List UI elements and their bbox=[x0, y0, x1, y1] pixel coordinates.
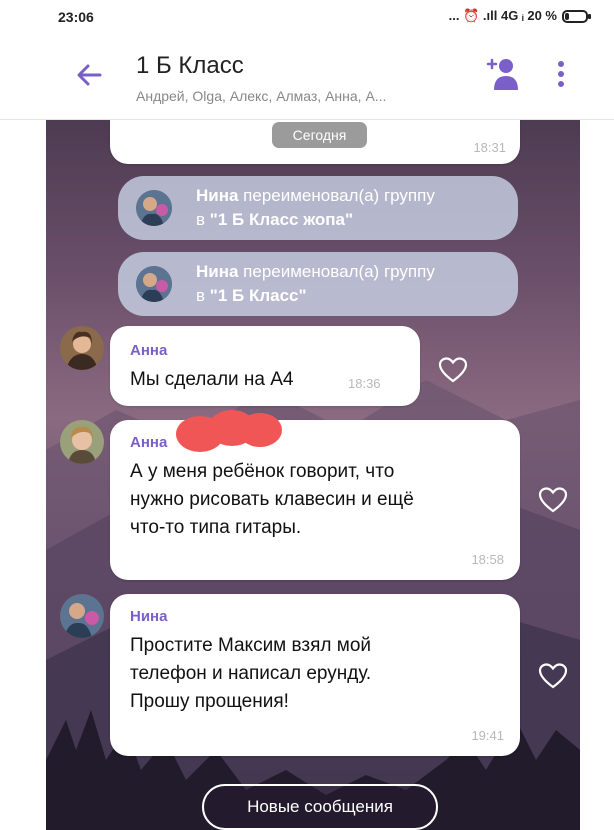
add-member-icon[interactable] bbox=[484, 54, 524, 94]
date-separator: Сегодня bbox=[272, 122, 367, 148]
system-prefix: в bbox=[196, 210, 210, 229]
message-sender[interactable]: Анна bbox=[130, 434, 167, 451]
message-time: 18:31 bbox=[473, 140, 506, 155]
status-indicators: ... ⏰ .ıll 4G ᵢ 20 % bbox=[448, 8, 557, 23]
message-time: 19:41 bbox=[471, 728, 504, 743]
chat-area[interactable]: 18:31 Сегодня Нина переименовал(а) групп… bbox=[46, 120, 580, 830]
message-time: 18:58 bbox=[471, 552, 504, 567]
message-text: телефон и написал ерунду. bbox=[130, 663, 372, 684]
system-action: переименовал(а) группу bbox=[238, 186, 435, 205]
new-messages-button[interactable]: Новые сообщения bbox=[202, 784, 438, 830]
system-line-1: Нина переименовал(а) группу bbox=[196, 186, 435, 206]
battery-icon bbox=[562, 9, 591, 23]
message-text: что-то типа гитары. bbox=[130, 517, 302, 538]
system-prefix: в bbox=[196, 286, 210, 305]
system-message: Нина переименовал(а) группу в "1 Б Класс… bbox=[118, 176, 518, 240]
system-actor: Нина bbox=[196, 186, 239, 205]
system-group-name: "1 Б Класс" bbox=[209, 286, 307, 305]
message-bubble[interactable]: Анна А у меня ребёнок говорит, что нужно… bbox=[110, 420, 520, 580]
system-line-1: Нина переименовал(а) группу bbox=[196, 262, 435, 282]
system-line-2: в "1 Б Класс" bbox=[196, 286, 307, 306]
status-icons: ... ⏰ .ıll 4G ᵢ 20 % bbox=[448, 8, 591, 24]
nina-avatar[interactable] bbox=[136, 266, 172, 302]
redaction-mark bbox=[176, 410, 282, 452]
like-heart-icon[interactable] bbox=[538, 486, 568, 514]
more-options-icon[interactable] bbox=[546, 56, 576, 92]
chat-members[interactable]: Андрей, Olga, Алекс, Алмаз, Анна, А... bbox=[136, 88, 466, 104]
message-text: Прошу прощения! bbox=[130, 691, 289, 712]
message-text: А у меня ребёнок говорит, что bbox=[130, 461, 395, 482]
system-group-name: "1 Б Класс жопа" bbox=[209, 210, 354, 229]
system-action: переименовал(а) группу bbox=[238, 262, 435, 281]
status-time: 23:06 bbox=[58, 9, 94, 25]
message-bubble[interactable]: Анна Мы сделали на А4 18:36 bbox=[110, 326, 420, 406]
chat-header: 1 Б Класс Андрей, Olga, Алекс, Алмаз, Ан… bbox=[0, 34, 614, 120]
anna-avatar[interactable] bbox=[60, 420, 104, 464]
message-sender[interactable]: Анна bbox=[130, 342, 167, 359]
system-message: Нина переименовал(а) группу в "1 Б Класс… bbox=[118, 252, 518, 316]
like-heart-icon[interactable] bbox=[538, 662, 568, 690]
battery-fill bbox=[565, 12, 569, 20]
anna-avatar[interactable] bbox=[60, 326, 104, 370]
message-bubble[interactable]: Нина Простите Максим взял мой телефон и … bbox=[110, 594, 520, 756]
back-arrow-icon[interactable] bbox=[72, 58, 106, 92]
message-text: Мы сделали на А4 bbox=[130, 369, 294, 390]
system-actor: Нина bbox=[196, 262, 239, 281]
message-text: нужно рисовать клавесин и ещё bbox=[130, 489, 414, 510]
message-text: Простите Максим взял мой bbox=[130, 635, 372, 656]
status-bar: 23:06 ... ⏰ .ıll 4G ᵢ 20 % bbox=[0, 0, 614, 34]
like-heart-icon[interactable] bbox=[438, 356, 468, 384]
system-line-2: в "1 Б Класс жопа" bbox=[196, 210, 353, 230]
nina-avatar[interactable] bbox=[136, 190, 172, 226]
chat-title[interactable]: 1 Б Класс bbox=[136, 52, 244, 80]
message-time: 18:36 bbox=[348, 376, 381, 391]
message-sender[interactable]: Нина bbox=[130, 608, 167, 625]
nina-avatar[interactable] bbox=[60, 594, 104, 638]
